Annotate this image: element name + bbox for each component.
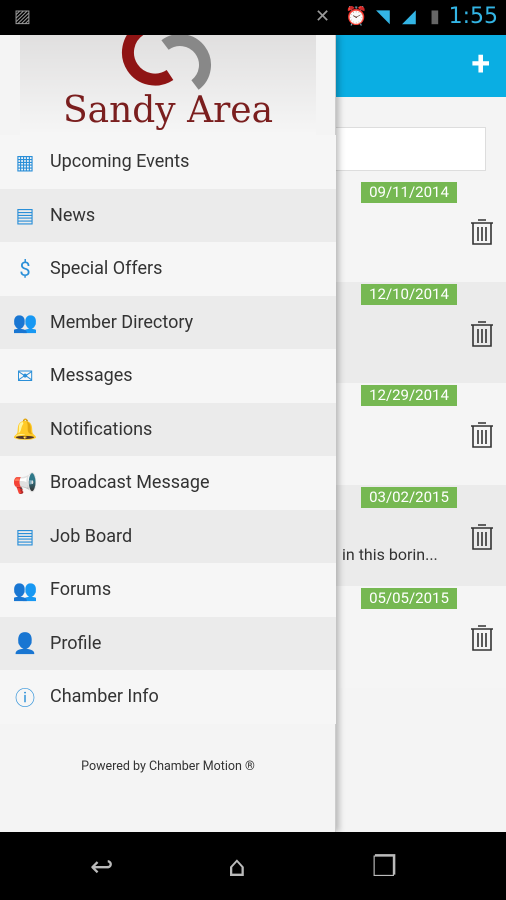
wifi-icon: ◥ (376, 6, 390, 27)
info-icon: ⓘ (15, 686, 35, 711)
powered-by: Powered by Chamber Motion ® (81, 759, 255, 774)
signal-icon: ◢ (402, 6, 416, 27)
drawer-item-news[interactable]: ▤ News (0, 188, 336, 242)
back-icon[interactable]: ↩ (90, 850, 113, 883)
event-date: 05/05/2015 (361, 588, 457, 609)
megaphone-icon: 📢 (12, 470, 38, 495)
home-icon[interactable]: ⌂ (228, 850, 246, 883)
drawer-item-member-directory[interactable]: 👥 Member Directory (0, 295, 336, 349)
drawer-item-label: Messages (50, 365, 133, 387)
drawer-item-label: Special Offers (50, 258, 163, 280)
calendar-icon: ▦ (15, 149, 35, 174)
drawer-item-upcoming-events[interactable]: ▦ Upcoming Events (0, 135, 336, 189)
drawer-item-notifications[interactable]: 🔔 Notifications (0, 402, 336, 456)
mute-icon: ✕ (315, 6, 331, 27)
search-input[interactable] (320, 127, 486, 171)
drawer-item-forums[interactable]: 👥 Forums (0, 563, 336, 617)
envelope-icon: ✉ (16, 363, 34, 388)
drawer-item-label: Broadcast Message (50, 472, 210, 494)
event-date: 09/11/2014 (361, 182, 457, 203)
users-icon: 👥 (12, 310, 38, 335)
event-date: 12/10/2014 (361, 283, 457, 305)
drawer-item-job-board[interactable]: ▤ Job Board (0, 509, 336, 563)
trash-icon[interactable] (470, 320, 494, 348)
drawer-item-label: Profile (50, 632, 102, 654)
drawer-item-label: Chamber Info (50, 686, 159, 708)
drawer-item-messages[interactable]: ✉ Messages (0, 349, 336, 403)
trash-icon[interactable] (470, 218, 494, 246)
event-date: 12/29/2014 (361, 385, 457, 406)
document-icon: ▤ (15, 524, 35, 549)
clock: 1:55 (448, 4, 498, 29)
event-snippet: in this borin... (342, 544, 438, 564)
gallery-icon: ▨ (14, 6, 32, 27)
recents-icon[interactable]: ❐ (372, 850, 397, 883)
drawer-item-label: Upcoming Events (50, 151, 190, 173)
event-date: 03/02/2015 (361, 486, 457, 508)
plus-icon[interactable]: + (471, 47, 490, 81)
bell-icon: 🔔 (12, 417, 38, 442)
drawer-item-broadcast-message[interactable]: 📢 Broadcast Message (0, 456, 336, 510)
person-icon: 👤 (12, 631, 38, 656)
drawer-item-label: Notifications (50, 418, 153, 440)
drawer-item-chamber-info[interactable]: ⓘ Chamber Info (0, 670, 336, 724)
battery-icon: ▮ (430, 6, 440, 27)
system-nav-bar: ↩ ⌂ ❐ (0, 832, 506, 900)
logo: Sandy Area (20, 35, 316, 135)
alarm-icon: ⏰ (345, 6, 368, 27)
document-icon: ▤ (15, 203, 35, 228)
drawer-item-special-offers[interactable]: $ Special Offers (0, 242, 336, 296)
group-icon: 👥 (12, 577, 38, 602)
status-bar: ▨ ✕ ⏰ ◥ ◢ ▮ 1:55 (0, 0, 506, 35)
drawer-item-profile[interactable]: 👤 Profile (0, 616, 336, 670)
navigation-drawer: Sandy Area ▦ Upcoming Events ▤ News $ Special… (0, 35, 336, 832)
trash-icon[interactable] (470, 624, 494, 652)
drawer-item-label: Job Board (50, 525, 133, 547)
trash-icon[interactable] (470, 421, 494, 449)
drawer-item-label: Forums (50, 579, 112, 601)
drawer-item-label: Member Directory (50, 311, 194, 333)
trash-icon[interactable] (470, 523, 494, 551)
drawer-item-label: News (50, 204, 96, 226)
dollar-icon: $ (19, 256, 31, 281)
